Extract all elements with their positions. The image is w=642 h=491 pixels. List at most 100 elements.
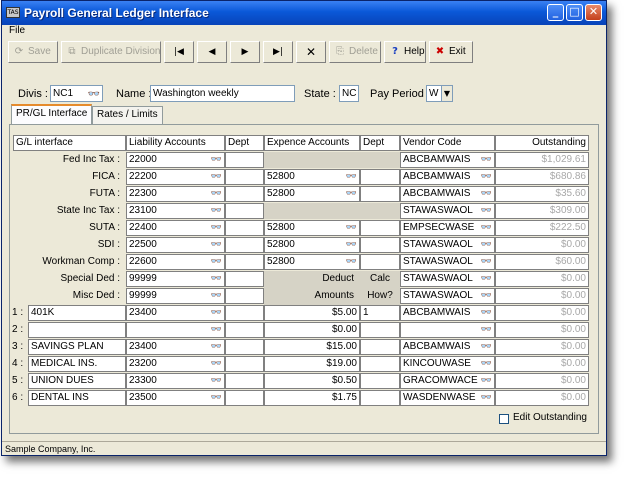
dept-field[interactable] — [225, 322, 264, 338]
lookup-icon[interactable]: 👓 — [481, 391, 492, 405]
help-button[interactable]: ? Help — [384, 41, 426, 63]
expense-account-field[interactable]: 52800 👓 — [264, 220, 360, 236]
calc-how-field[interactable] — [360, 356, 400, 372]
save-button[interactable]: ⟳ Save — [8, 41, 58, 63]
vendor-code-field[interactable]: 👓 — [400, 322, 495, 338]
vendor-code-field[interactable]: STAWASWAOL 👓 — [400, 271, 495, 287]
duplicate-division-button[interactable]: ⧉ Duplicate Division — [61, 41, 161, 63]
liability-account-field[interactable]: 23100 👓 — [126, 203, 225, 219]
vendor-code-field[interactable]: ABCBAMWAIS 👓 — [400, 305, 495, 321]
calc-how-field[interactable] — [360, 339, 400, 355]
close-button[interactable]: ✕ — [585, 4, 602, 21]
vendor-code-field[interactable]: ABCBAMWAIS 👓 — [400, 186, 495, 202]
lookup-icon[interactable]: 👓 — [211, 374, 222, 388]
lookup-icon[interactable]: 👓 — [211, 340, 222, 354]
deduction-name-field[interactable]: 401K — [28, 305, 126, 321]
lookup-icon[interactable]: 👓 — [481, 187, 492, 201]
dept-field[interactable] — [360, 186, 400, 202]
lookup-icon[interactable]: 👓 — [346, 221, 357, 235]
dept-field[interactable] — [225, 254, 264, 270]
lookup-icon[interactable]: 👓 — [481, 272, 492, 286]
dept-field[interactable] — [225, 169, 264, 185]
deduction-name-field[interactable]: MEDICAL INS. — [28, 356, 126, 372]
lookup-icon[interactable]: 👓 — [211, 272, 222, 286]
vendor-code-field[interactable]: KINCOUWASE 👓 — [400, 356, 495, 372]
vendor-code-field[interactable]: ABCBAMWAIS 👓 — [400, 169, 495, 185]
lookup-icon[interactable]: 👓 — [211, 221, 222, 235]
clear-button[interactable]: ✕ — [296, 41, 326, 63]
deduct-amount-field[interactable]: $5.00 — [264, 305, 360, 321]
expense-account-field[interactable]: 52800 👓 — [264, 254, 360, 270]
divis-field[interactable]: NC1 👓 — [50, 85, 103, 102]
dept-field[interactable] — [225, 356, 264, 372]
deduct-amount-field[interactable]: $19.00 — [264, 356, 360, 372]
tab-rates-limits[interactable]: Rates / Limits — [92, 106, 163, 124]
first-record-button[interactable]: |◀ — [164, 41, 194, 63]
dept-field[interactable] — [225, 237, 264, 253]
maximize-button[interactable]: □ — [566, 4, 583, 21]
lookup-icon[interactable]: 👓 — [481, 255, 492, 269]
expense-account-field[interactable]: 52800 👓 — [264, 237, 360, 253]
dept-field[interactable] — [225, 271, 264, 287]
edit-outstanding-checkbox[interactable] — [499, 414, 509, 424]
lookup-icon[interactable]: 👓 — [346, 187, 357, 201]
vendor-code-field[interactable]: STAWASWAOL 👓 — [400, 203, 495, 219]
dept-field[interactable] — [225, 152, 264, 168]
last-record-button[interactable]: ▶| — [263, 41, 293, 63]
dept-field[interactable] — [225, 305, 264, 321]
liability-account-field[interactable]: 23400 👓 — [126, 339, 225, 355]
lookup-icon[interactable]: 👓 — [481, 323, 492, 337]
lookup-icon[interactable]: 👓 — [481, 306, 492, 320]
deduction-name-field[interactable]: SAVINGS PLAN — [28, 339, 126, 355]
lookup-icon[interactable]: 👓 — [211, 238, 222, 252]
dept-field[interactable] — [360, 220, 400, 236]
deduction-name-field[interactable] — [28, 322, 126, 338]
liability-account-field[interactable]: 99999 👓 — [126, 288, 225, 304]
title-bar[interactable]: TAS Payroll General Ledger Interface _ □… — [2, 1, 606, 25]
liability-account-field[interactable]: 👓 — [126, 322, 225, 338]
liability-account-field[interactable]: 22200 👓 — [126, 169, 225, 185]
calc-how-field[interactable]: 1 — [360, 305, 400, 321]
state-field[interactable]: NC — [339, 85, 359, 102]
lookup-icon[interactable]: 👓 — [88, 87, 100, 101]
dept-field[interactable] — [225, 203, 264, 219]
dept-field[interactable] — [225, 186, 264, 202]
vendor-code-field[interactable]: EMPSECWASE 👓 — [400, 220, 495, 236]
liability-account-field[interactable]: 23500 👓 — [126, 390, 225, 406]
calc-how-field[interactable] — [360, 373, 400, 389]
lookup-icon[interactable]: 👓 — [211, 357, 222, 371]
menu-file[interactable]: File — [9, 25, 25, 36]
dept-field[interactable] — [360, 254, 400, 270]
minimize-button[interactable]: _ — [547, 4, 564, 21]
lookup-icon[interactable]: 👓 — [346, 255, 357, 269]
liability-account-field[interactable]: 22600 👓 — [126, 254, 225, 270]
deduct-amount-field[interactable]: $0.50 — [264, 373, 360, 389]
chevron-down-icon[interactable]: ▼ — [441, 86, 452, 101]
deduction-name-field[interactable]: DENTAL INS — [28, 390, 126, 406]
lookup-icon[interactable]: 👓 — [211, 187, 222, 201]
delete-button[interactable]: ⎘ Delete — [329, 41, 381, 63]
dept-field[interactable] — [225, 288, 264, 304]
dept-field[interactable] — [225, 373, 264, 389]
dept-field[interactable] — [225, 390, 264, 406]
dept-field[interactable] — [360, 169, 400, 185]
dept-field[interactable] — [225, 339, 264, 355]
lookup-icon[interactable]: 👓 — [211, 391, 222, 405]
deduct-amount-field[interactable]: $0.00 — [264, 322, 360, 338]
lookup-icon[interactable]: 👓 — [346, 170, 357, 184]
vendor-code-field[interactable]: ABCBAMWAIS 👓 — [400, 339, 495, 355]
deduction-name-field[interactable]: UNION DUES — [28, 373, 126, 389]
lookup-icon[interactable]: 👓 — [211, 204, 222, 218]
liability-account-field[interactable]: 22500 👓 — [126, 237, 225, 253]
vendor-code-field[interactable]: WASDENWASE 👓 — [400, 390, 495, 406]
lookup-icon[interactable]: 👓 — [481, 238, 492, 252]
liability-account-field[interactable]: 22400 👓 — [126, 220, 225, 236]
pay-period-select[interactable]: W ▼ — [426, 85, 453, 102]
lookup-icon[interactable]: 👓 — [346, 238, 357, 252]
calc-how-field[interactable] — [360, 390, 400, 406]
vendor-code-field[interactable]: GRACOMWACE 👓 — [400, 373, 495, 389]
lookup-icon[interactable]: 👓 — [481, 204, 492, 218]
lookup-icon[interactable]: 👓 — [211, 255, 222, 269]
lookup-icon[interactable]: 👓 — [211, 153, 222, 167]
lookup-icon[interactable]: 👓 — [481, 289, 492, 303]
